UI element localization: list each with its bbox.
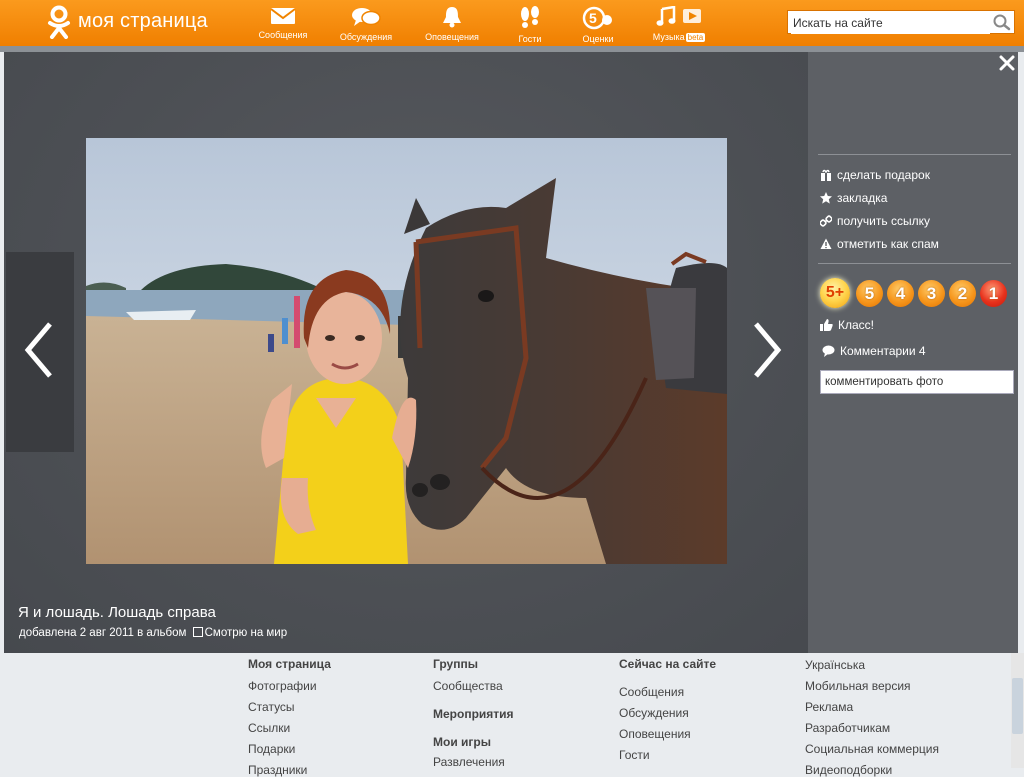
- nav-label: Оповещения: [425, 32, 479, 42]
- footer-link[interactable]: Видеоподборки: [805, 763, 892, 777]
- nav-ratings[interactable]: 5 Оценки: [576, 0, 620, 46]
- gift-icon: [821, 169, 831, 181]
- search-input[interactable]: [791, 12, 990, 34]
- rate-2-button[interactable]: 2: [949, 280, 976, 307]
- nav-label: Музыка beta: [652, 32, 706, 42]
- footer-link[interactable]: Статусы: [248, 700, 295, 714]
- comment-input[interactable]: [820, 370, 1014, 394]
- site-search: [787, 10, 1015, 34]
- comments-link[interactable]: Комментарии 4: [822, 344, 926, 358]
- scrollbar-thumb[interactable]: [1012, 678, 1023, 734]
- rate-5-plus-button[interactable]: 5+: [820, 278, 850, 308]
- top-navigation-bar: моя страница Сообщения Обсуждения Оповещ…: [0, 0, 1024, 46]
- footer-link[interactable]: Социальная коммерция: [805, 742, 939, 756]
- link-icon: [819, 215, 833, 227]
- album-icon: [192, 627, 203, 637]
- footer-link[interactable]: Праздники: [248, 763, 307, 777]
- make-gift-action[interactable]: сделать подарок: [820, 168, 930, 182]
- footer-heading[interactable]: Мероприятия: [433, 707, 514, 721]
- footer-link[interactable]: Реклама: [805, 700, 853, 714]
- footer-link[interactable]: Ссылки: [248, 721, 290, 735]
- search-icon[interactable]: [992, 13, 1012, 31]
- nav-messages[interactable]: Сообщения: [254, 0, 312, 46]
- nav-label: Оценки: [582, 34, 614, 44]
- footer-heading[interactable]: Мои игры: [433, 735, 491, 749]
- footer-heading[interactable]: Сейчас на сайте: [619, 657, 716, 671]
- footer-link[interactable]: Сообщения: [619, 685, 684, 699]
- my-page-link[interactable]: моя страница: [78, 10, 208, 33]
- footer-link[interactable]: Мобильная версия: [805, 679, 911, 693]
- footer-link[interactable]: Українська: [805, 658, 865, 672]
- beta-badge: beta: [685, 33, 706, 42]
- bookmark-action[interactable]: закладка: [820, 191, 887, 205]
- star-icon: [820, 192, 832, 204]
- chevron-right-icon: [754, 322, 782, 378]
- nav-discussions[interactable]: Обсуждения: [334, 0, 398, 46]
- odnoklassniki-logo-icon[interactable]: [44, 5, 74, 39]
- nav-label: Гости: [518, 34, 542, 44]
- nav-notifications[interactable]: Оповещения: [420, 0, 484, 46]
- nav-label: Обсуждения: [339, 32, 393, 42]
- close-icon[interactable]: [998, 54, 1016, 72]
- rate-1-button[interactable]: 1: [980, 280, 1007, 307]
- photo-meta: добавлена 2 авг 2011 в альбом Смотрю на …: [19, 627, 287, 639]
- footer-link[interactable]: Гости: [619, 748, 650, 762]
- photo-viewer-overlay: Я и лошадь. Лошадь справа добавлена 2 ав…: [4, 52, 1018, 653]
- footer-link[interactable]: Обсуждения: [619, 706, 689, 720]
- svg-text:5: 5: [589, 10, 597, 26]
- footer-link[interactable]: Сообщества: [433, 679, 503, 693]
- nav-label: Сообщения: [258, 30, 308, 40]
- comment-bubble-icon: [822, 345, 835, 357]
- divider: [818, 154, 1011, 155]
- rate-5-button[interactable]: 5: [856, 280, 883, 307]
- photo-added-date: добавлена 2 авг 2011 в альбом: [19, 627, 187, 639]
- thumbs-up-icon: [820, 319, 833, 331]
- envelope-icon: [270, 8, 296, 24]
- footer-link[interactable]: Разработчикам: [805, 721, 890, 735]
- footer-link[interactable]: Оповещения: [619, 727, 691, 741]
- warning-icon: [820, 238, 832, 249]
- footer-link[interactable]: Подарки: [248, 742, 295, 756]
- footer-heading[interactable]: Моя страница: [248, 657, 331, 671]
- music-note-icon: [656, 6, 701, 26]
- album-link[interactable]: Смотрю на мир: [205, 627, 288, 639]
- divider: [818, 263, 1011, 264]
- chevron-left-icon: [24, 322, 52, 378]
- rate-4-button[interactable]: 4: [887, 280, 914, 307]
- page-footer: Моя страница Фотографии Статусы Ссылки П…: [0, 653, 1024, 777]
- get-link-action[interactable]: получить ссылку: [819, 214, 930, 228]
- like-button[interactable]: Класс!: [820, 318, 874, 332]
- speech-bubbles-icon: [352, 8, 381, 26]
- footer-link[interactable]: Фотографии: [248, 679, 317, 693]
- previous-photo-button[interactable]: [6, 252, 74, 452]
- photo-title: Я и лошадь. Лошадь справа: [18, 604, 216, 621]
- rate-3-button[interactable]: 3: [918, 280, 945, 307]
- footer-link[interactable]: Развлечения: [433, 755, 505, 769]
- report-spam-action[interactable]: отметить как спам: [820, 237, 939, 251]
- photo-stage: Я и лошадь. Лошадь справа добавлена 2 ав…: [4, 52, 808, 653]
- photo-image[interactable]: [86, 138, 727, 564]
- footer-heading[interactable]: Группы: [433, 657, 478, 671]
- photo-sidebar: сделать подарок закладка получить ссылку…: [808, 52, 1018, 653]
- rating-five-icon: 5: [582, 6, 612, 30]
- next-photo-button[interactable]: [752, 322, 792, 382]
- nav-music[interactable]: Музыка beta: [646, 0, 712, 46]
- footprints-icon: [521, 6, 539, 28]
- nav-guests[interactable]: Гости: [510, 0, 550, 46]
- bell-icon: [443, 7, 461, 28]
